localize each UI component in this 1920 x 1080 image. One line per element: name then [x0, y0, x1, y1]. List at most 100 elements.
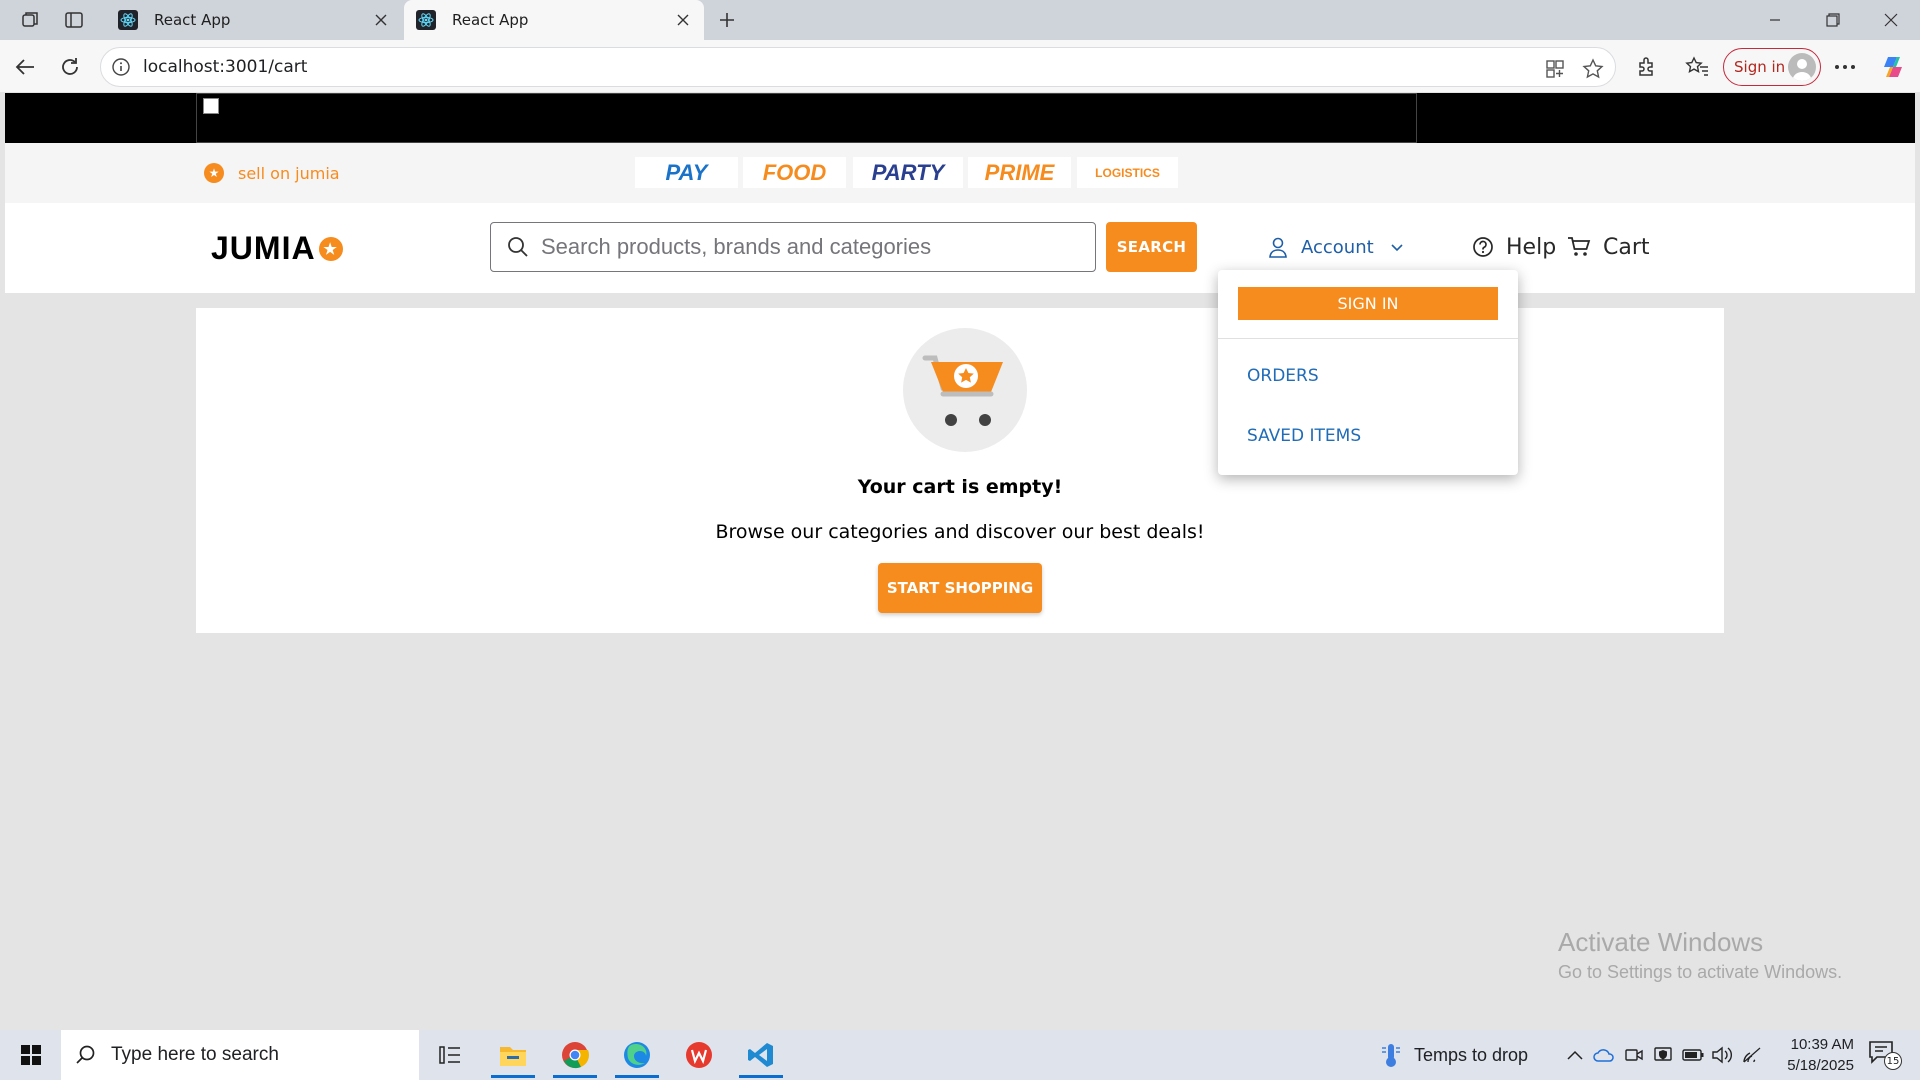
activate-windows-subtitle: Go to Settings to activate Windows.: [1558, 962, 1843, 982]
vscode-icon[interactable]: [736, 1032, 786, 1078]
taskbar-clock[interactable]: 10:39 AM 5/18/2025: [1768, 1034, 1854, 1076]
restore-icon[interactable]: [1804, 0, 1862, 40]
close-tab-icon[interactable]: [366, 5, 396, 35]
partner-prime-logo[interactable]: PRIME: [968, 157, 1071, 188]
search-button[interactable]: SEARCH: [1106, 222, 1197, 272]
search-box: [490, 222, 1096, 272]
taskbar-search-placeholder: Type here to search: [111, 1044, 279, 1065]
active-indicator: [739, 1075, 783, 1078]
show-hidden-icons-chevron-icon[interactable]: [1564, 1044, 1586, 1066]
notification-center-icon[interactable]: 15: [1868, 1040, 1902, 1070]
partner-party-label: PARTY: [871, 159, 945, 185]
help-link[interactable]: Help: [1472, 229, 1556, 265]
help-icon: [1473, 237, 1493, 257]
taskbar-search-box[interactable]: Type here to search: [61, 1030, 419, 1080]
url-text: localhost:3001/cart: [143, 57, 308, 77]
react-icon: [116, 8, 140, 32]
top-promo-banner[interactable]: [5, 93, 1915, 143]
empty-cart-subtitle: Browse our categories and discover our b…: [715, 521, 1205, 543]
windows-start-button[interactable]: [8, 1030, 54, 1080]
close-tab-icon[interactable]: [668, 5, 698, 35]
partner-pay-logo[interactable]: PAY: [635, 157, 738, 188]
search-icon: [76, 1045, 95, 1064]
partner-logistics-logo[interactable]: LOGISTICS: [1077, 157, 1178, 188]
wifi-icon[interactable]: [1741, 1044, 1763, 1066]
cart-label: Cart: [1603, 234, 1650, 260]
close-window-icon[interactable]: [1862, 0, 1920, 40]
profile-signin-button[interactable]: Sign in: [1723, 48, 1821, 86]
app-available-icon[interactable]: [1543, 57, 1567, 81]
minimize-icon[interactable]: [1746, 0, 1804, 40]
account-label: Account: [1301, 236, 1374, 258]
sell-on-jumia-link[interactable]: ★ sell on jumia: [204, 163, 340, 183]
copilot-icon[interactable]: [1876, 50, 1910, 84]
tab-title: React App: [452, 11, 529, 29]
volume-icon[interactable]: [1711, 1044, 1733, 1066]
onedrive-icon[interactable]: [1593, 1044, 1615, 1066]
file-explorer-icon[interactable]: [488, 1032, 538, 1078]
security-icon[interactable]: [1652, 1044, 1674, 1066]
browser-tab-2[interactable]: React App: [404, 0, 704, 40]
partner-food-logo[interactable]: FOOD: [743, 157, 846, 188]
broken-image-icon: [203, 98, 219, 114]
chevron-down-icon: [1391, 244, 1403, 252]
edge-icon[interactable]: [612, 1032, 662, 1078]
thermometer-icon: [1382, 1044, 1400, 1067]
partner-prime-label: PRIME: [984, 159, 1055, 185]
notification-count-badge: 15: [1884, 1052, 1902, 1070]
avatar: [1788, 53, 1816, 81]
saved-items-link[interactable]: SAVED ITEMS: [1247, 426, 1361, 446]
empty-cart-illustration: [903, 328, 1027, 452]
dropdown-divider: [1218, 338, 1518, 339]
browser-tab-1[interactable]: React App: [106, 0, 402, 40]
more-options-icon[interactable]: [1828, 50, 1862, 84]
broken-banner-image[interactable]: [196, 93, 1417, 143]
partner-party-logo[interactable]: PARTY: [853, 157, 963, 188]
battery-icon[interactable]: [1682, 1044, 1704, 1066]
page-viewport: ★ sell on jumia PAY FOOD PARTY PRIME LOG…: [5, 93, 1915, 1026]
sign-in-button[interactable]: SIGN IN: [1238, 287, 1498, 320]
account-menu-toggle[interactable]: Account: [1267, 229, 1404, 265]
back-icon[interactable]: [8, 50, 42, 84]
tab-title: React App: [154, 11, 231, 29]
sell-on-jumia-label: sell on jumia: [238, 163, 340, 183]
search-input[interactable]: [541, 223, 1081, 271]
address-bar[interactable]: localhost:3001/cart: [100, 47, 1616, 87]
wps-office-icon[interactable]: [674, 1032, 724, 1078]
jumia-logo[interactable]: JUMIA ★: [211, 230, 343, 267]
partner-logistics-label: LOGISTICS: [1095, 165, 1160, 180]
clock-time: 10:39 AM: [1790, 1036, 1854, 1053]
windows-logo-icon: [21, 1045, 41, 1065]
site-info-icon[interactable]: [111, 57, 131, 81]
reload-icon[interactable]: [53, 50, 87, 84]
windows-taskbar: Type here to search Temps to drop 10:39 …: [0, 1030, 1920, 1080]
empty-cart-title: Your cart is empty!: [857, 476, 1063, 498]
search-icon: [507, 236, 529, 262]
orders-link[interactable]: ORDERS: [1247, 366, 1319, 386]
favorite-star-icon[interactable]: [1581, 57, 1605, 81]
meet-now-icon[interactable]: [1623, 1044, 1645, 1066]
jumia-star-icon: ★: [204, 163, 224, 183]
partner-food-label: FOOD: [762, 159, 827, 185]
browser-toolbar: localhost:3001/cart Sign in: [0, 40, 1920, 92]
weather-widget[interactable]: Temps to drop: [1380, 1030, 1528, 1080]
cart-icon: [1568, 237, 1591, 256]
activate-windows-title: Activate Windows: [1558, 927, 1764, 957]
site-header: JUMIA ★ SEARCH Account Help Cart: [5, 203, 1915, 293]
partner-pay-label: PAY: [665, 159, 708, 185]
cart-link[interactable]: Cart: [1567, 229, 1650, 265]
user-icon: [1269, 237, 1287, 258]
task-view-icon[interactable]: [425, 1032, 475, 1078]
favorites-icon[interactable]: [1680, 50, 1714, 84]
active-indicator: [615, 1075, 659, 1078]
tab-actions-icon[interactable]: [57, 6, 91, 34]
browser-tab-strip: React App React App: [0, 0, 1920, 40]
workspaces-icon[interactable]: [13, 6, 47, 34]
weather-text: Temps to drop: [1414, 1044, 1529, 1065]
new-tab-button[interactable]: [712, 6, 742, 34]
chrome-icon[interactable]: [550, 1032, 600, 1078]
start-shopping-button[interactable]: START SHOPPING: [878, 563, 1042, 613]
help-label: Help: [1506, 234, 1557, 260]
extensions-icon[interactable]: [1630, 50, 1664, 84]
account-dropdown-menu: SIGN IN ORDERS SAVED ITEMS: [1218, 270, 1518, 475]
